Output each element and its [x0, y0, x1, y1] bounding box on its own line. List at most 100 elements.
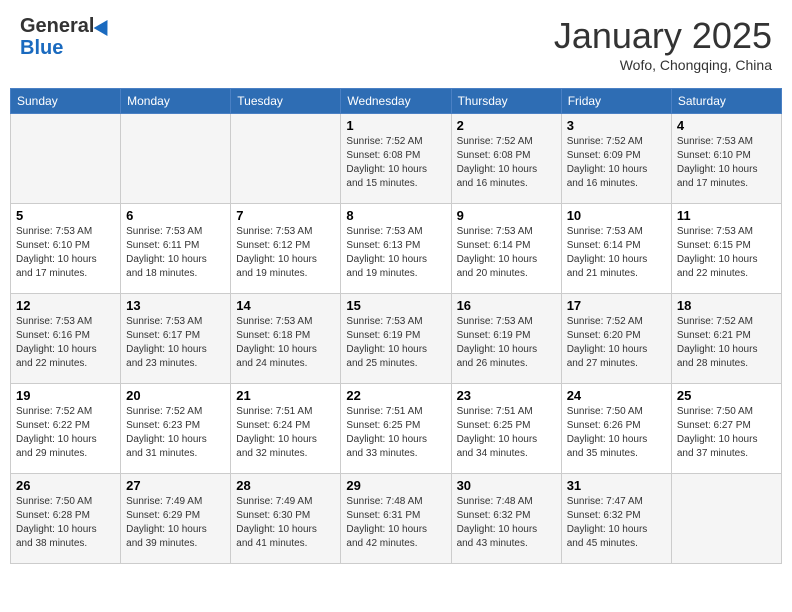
- calendar-cell: 20Sunrise: 7:52 AM Sunset: 6:23 PM Dayli…: [121, 384, 231, 474]
- day-info: Sunrise: 7:52 AM Sunset: 6:08 PM Dayligh…: [346, 136, 427, 189]
- day-number: 16: [457, 298, 556, 313]
- day-number: 4: [677, 118, 776, 133]
- calendar-title: January 2025: [554, 15, 772, 57]
- day-number: 22: [346, 388, 445, 403]
- calendar-cell: 23Sunrise: 7:51 AM Sunset: 6:25 PM Dayli…: [451, 384, 561, 474]
- day-info: Sunrise: 7:53 AM Sunset: 6:19 PM Dayligh…: [346, 316, 427, 369]
- day-number: 24: [567, 388, 666, 403]
- calendar-cell: 21 Sunrise: 7:51 AM Sunset: 6:24 PM Dayli…: [231, 384, 341, 474]
- day-number: 8: [346, 208, 445, 223]
- calendar-cell: 3 Sunrise: 7:52 AM Sunset: 6:09 PM Daylig…: [561, 114, 671, 204]
- day-info: Sunrise: 7:52 AM Sunset: 6:08 PM Dayligh…: [457, 136, 538, 189]
- calendar-cell: [231, 114, 341, 204]
- day-number: 2: [457, 118, 556, 133]
- day-info: Sunrise: 7:53 AM Sunset: 6:16 PM Dayligh…: [16, 316, 97, 369]
- day-info: Sunrise: 7:48 AM Sunset: 6:32 PM Dayligh…: [457, 496, 538, 549]
- calendar-cell: 4 Sunrise: 7:53 AM Sunset: 6:10 PM Daylig…: [671, 114, 781, 204]
- day-number: 7: [236, 208, 335, 223]
- day-number: 20: [126, 388, 225, 403]
- day-number: 9: [457, 208, 556, 223]
- day-number: 10: [567, 208, 666, 223]
- logo: General Blue: [20, 15, 112, 59]
- column-header-sunday: Sunday: [11, 89, 121, 114]
- calendar-cell: 8 Sunrise: 7:53 AM Sunset: 6:13 PM Daylig…: [341, 204, 451, 294]
- day-number: 13: [126, 298, 225, 313]
- day-info: Sunrise: 7:53 AM Sunset: 6:14 PM Dayligh…: [567, 226, 648, 279]
- day-number: 26: [16, 478, 115, 493]
- calendar-cell: 1Sunrise: 7:52 AM Sunset: 6:08 PM Daylig…: [341, 114, 451, 204]
- day-info: Sunrise: 7:52 AM Sunset: 6:20 PM Dayligh…: [567, 316, 648, 369]
- calendar-cell: 5Sunrise: 7:53 AM Sunset: 6:10 PM Daylig…: [11, 204, 121, 294]
- day-number: 27: [126, 478, 225, 493]
- day-number: 5: [16, 208, 115, 223]
- header-row: SundayMondayTuesdayWednesdayThursdayFrid…: [11, 89, 782, 114]
- calendar-week-1: 1Sunrise: 7:52 AM Sunset: 6:08 PM Daylig…: [11, 114, 782, 204]
- calendar-cell: 2 Sunrise: 7:52 AM Sunset: 6:08 PM Daylig…: [451, 114, 561, 204]
- day-info: Sunrise: 7:53 AM Sunset: 6:19 PM Dayligh…: [457, 316, 538, 369]
- calendar-cell: 31 Sunrise: 7:47 AM Sunset: 6:32 PM Dayli…: [561, 474, 671, 564]
- calendar-cell: 11 Sunrise: 7:53 AM Sunset: 6:15 PM Dayli…: [671, 204, 781, 294]
- calendar-cell: 10 Sunrise: 7:53 AM Sunset: 6:14 PM Dayli…: [561, 204, 671, 294]
- calendar-cell: [121, 114, 231, 204]
- day-info: Sunrise: 7:52 AM Sunset: 6:21 PM Dayligh…: [677, 316, 758, 369]
- calendar-week-4: 19Sunrise: 7:52 AM Sunset: 6:22 PM Dayli…: [11, 384, 782, 474]
- calendar-cell: [671, 474, 781, 564]
- day-number: 11: [677, 208, 776, 223]
- day-info: Sunrise: 7:50 AM Sunset: 6:28 PM Dayligh…: [16, 496, 97, 549]
- day-info: Sunrise: 7:53 AM Sunset: 6:10 PM Dayligh…: [677, 136, 758, 189]
- day-number: 21: [236, 388, 335, 403]
- calendar-cell: 14Sunrise: 7:53 AM Sunset: 6:18 PM Dayli…: [231, 294, 341, 384]
- calendar-cell: 13 Sunrise: 7:53 AM Sunset: 6:17 PM Dayli…: [121, 294, 231, 384]
- day-info: Sunrise: 7:49 AM Sunset: 6:29 PM Dayligh…: [126, 496, 207, 549]
- column-header-friday: Friday: [561, 89, 671, 114]
- day-number: 23: [457, 388, 556, 403]
- day-info: Sunrise: 7:47 AM Sunset: 6:32 PM Dayligh…: [567, 496, 648, 549]
- calendar-cell: 22 Sunrise: 7:51 AM Sunset: 6:25 PM Dayli…: [341, 384, 451, 474]
- day-number: 15: [346, 298, 445, 313]
- day-info: Sunrise: 7:53 AM Sunset: 6:13 PM Dayligh…: [346, 226, 427, 279]
- day-info: Sunrise: 7:51 AM Sunset: 6:24 PM Dayligh…: [236, 406, 317, 459]
- day-info: Sunrise: 7:53 AM Sunset: 6:12 PM Dayligh…: [236, 226, 317, 279]
- calendar-week-2: 5Sunrise: 7:53 AM Sunset: 6:10 PM Daylig…: [11, 204, 782, 294]
- calendar-cell: 6 Sunrise: 7:53 AM Sunset: 6:11 PM Daylig…: [121, 204, 231, 294]
- header: General Blue January 2025 Wofo, Chongqin…: [10, 10, 782, 78]
- calendar-cell: 12Sunrise: 7:53 AM Sunset: 6:16 PM Dayli…: [11, 294, 121, 384]
- column-header-tuesday: Tuesday: [231, 89, 341, 114]
- day-number: 31: [567, 478, 666, 493]
- calendar-subtitle: Wofo, Chongqing, China: [554, 57, 772, 73]
- day-info: Sunrise: 7:50 AM Sunset: 6:27 PM Dayligh…: [677, 406, 758, 459]
- day-number: 17: [567, 298, 666, 313]
- calendar-cell: 7 Sunrise: 7:53 AM Sunset: 6:12 PM Daylig…: [231, 204, 341, 294]
- day-number: 6: [126, 208, 225, 223]
- day-info: Sunrise: 7:53 AM Sunset: 6:14 PM Dayligh…: [457, 226, 538, 279]
- day-number: 14: [236, 298, 335, 313]
- calendar-cell: 27 Sunrise: 7:49 AM Sunset: 6:29 PM Dayli…: [121, 474, 231, 564]
- day-number: 3: [567, 118, 666, 133]
- day-info: Sunrise: 7:50 AM Sunset: 6:26 PM Dayligh…: [567, 406, 648, 459]
- day-info: Sunrise: 7:51 AM Sunset: 6:25 PM Dayligh…: [346, 406, 427, 459]
- day-number: 29: [346, 478, 445, 493]
- calendar-week-3: 12Sunrise: 7:53 AM Sunset: 6:16 PM Dayli…: [11, 294, 782, 384]
- column-header-wednesday: Wednesday: [341, 89, 451, 114]
- calendar-cell: 15 Sunrise: 7:53 AM Sunset: 6:19 PM Dayli…: [341, 294, 451, 384]
- day-number: 19: [16, 388, 115, 403]
- calendar-cell: [11, 114, 121, 204]
- logo-blue-text: Blue: [20, 37, 63, 59]
- calendar-cell: 28 Sunrise: 7:49 AM Sunset: 6:30 PM Dayli…: [231, 474, 341, 564]
- column-header-monday: Monday: [121, 89, 231, 114]
- day-number: 28: [236, 478, 335, 493]
- logo-triangle-icon: [94, 16, 115, 36]
- calendar-table: SundayMondayTuesdayWednesdayThursdayFrid…: [10, 88, 782, 564]
- calendar-cell: 19Sunrise: 7:52 AM Sunset: 6:22 PM Dayli…: [11, 384, 121, 474]
- day-info: Sunrise: 7:53 AM Sunset: 6:17 PM Dayligh…: [126, 316, 207, 369]
- calendar-week-5: 26 Sunrise: 7:50 AM Sunset: 6:28 PM Dayli…: [11, 474, 782, 564]
- day-info: Sunrise: 7:49 AM Sunset: 6:30 PM Dayligh…: [236, 496, 317, 549]
- day-number: 25: [677, 388, 776, 403]
- calendar-cell: 25 Sunrise: 7:50 AM Sunset: 6:27 PM Dayli…: [671, 384, 781, 474]
- day-info: Sunrise: 7:53 AM Sunset: 6:11 PM Dayligh…: [126, 226, 207, 279]
- day-info: Sunrise: 7:53 AM Sunset: 6:15 PM Dayligh…: [677, 226, 758, 279]
- column-header-thursday: Thursday: [451, 89, 561, 114]
- logo-general-text: General: [20, 15, 94, 37]
- day-info: Sunrise: 7:52 AM Sunset: 6:09 PM Dayligh…: [567, 136, 648, 189]
- calendar-cell: 26 Sunrise: 7:50 AM Sunset: 6:28 PM Dayli…: [11, 474, 121, 564]
